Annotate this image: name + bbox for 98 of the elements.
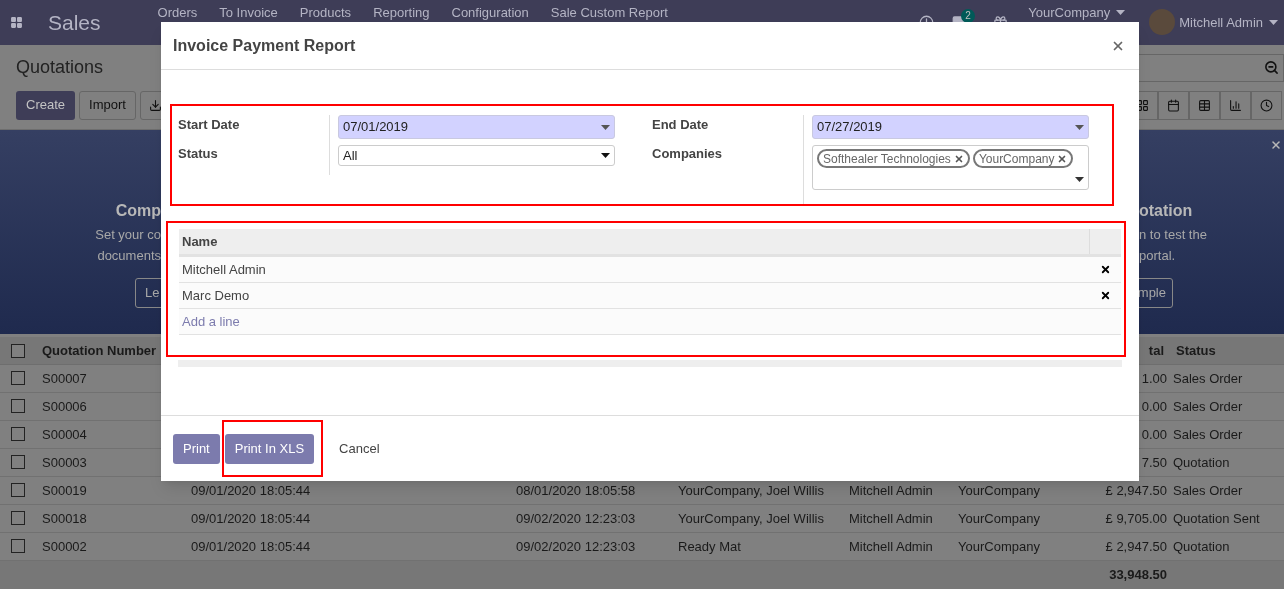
print-xls-button[interactable]: Print In XLS [224,433,315,464]
quotation-number: S00006 [41,398,88,417]
checkbox[interactable] [11,371,25,386]
import-button[interactable]: Import [79,90,136,120]
amount-cell-text: £ 2,947.50 [1104,538,1168,557]
banner-heading: Comp [115,200,161,221]
dialog-title: Invoice Payment Report [173,35,356,56]
download-icon [148,98,162,112]
add-line-link[interactable]: Add a line [179,311,243,332]
column-header: Name [181,232,219,251]
field-label: Companies [652,145,724,163]
caret-icon [1269,19,1278,25]
caret-icon [601,153,610,158]
caret-icon [1116,10,1126,15]
menu-item[interactable]: Sale Custom Report [550,5,668,20]
status-select[interactable]: All [338,145,615,166]
status-cell-text: Quotation [1172,454,1231,473]
company-tag: YourCompany [972,149,1074,168]
menu-item[interactable]: Configuration [451,5,529,20]
date-cell-text: 08/01/2020 18:05:58 [515,482,637,501]
salesperson-cell-text: Mitchell Admin [848,482,934,501]
remove-icon[interactable] [953,153,964,164]
companies-field[interactable]: Softhealer Technologies YourCompany [812,145,1089,190]
user-menu[interactable]: Mitchell Admin [1179,12,1278,32]
banner-text: Set your co [95,225,161,244]
customer-cell-text: YourCompany, Joel Willis [677,482,825,501]
checkbox[interactable] [11,399,25,414]
checkbox[interactable] [11,511,25,526]
status-cell-text: Quotation Sent [1172,510,1261,529]
amount-cell-text: 7.50 [1140,454,1168,473]
status-cell-text: Sales Order [1172,482,1244,501]
notification-badge: 2 [961,8,975,23]
quotation-number: S00007 [41,370,88,389]
status-cell-text: Sales Order [1172,426,1244,445]
customer-cell-text: YourCompany, Joel Willis [677,510,825,529]
amount-cell-text: £ 2,947.50 [1104,482,1168,501]
app-title: Sales [48,9,101,36]
create-button[interactable]: Create [16,90,76,120]
list-view-icon[interactable] [1189,90,1220,120]
banner-text: portal. [1139,246,1176,265]
date-cell-text: 09/02/2020 12:23:03 [515,510,637,529]
salesperson-cell-text: Mitchell Admin [848,538,934,557]
quotation-number: S00018 [41,510,88,529]
date-field[interactable]: 07/01/2019 [338,115,615,139]
delete-icon[interactable] [1099,290,1111,301]
status-cell-text: Sales Order [1172,370,1244,389]
company-cell-text: YourCompany [957,510,1041,529]
graph-view-icon[interactable] [1220,90,1251,120]
apps-menu-icon[interactable] [10,15,23,29]
activity-view-icon[interactable] [1251,90,1282,120]
amount-cell-text: £ 9,705.00 [1104,510,1168,529]
menu-item[interactable]: Orders [157,5,198,20]
calendar-view-icon[interactable] [1158,90,1189,120]
amount-cell-text: 0.00 [1140,426,1168,445]
delete-icon[interactable] [1099,264,1111,275]
caret-icon [1075,177,1084,182]
company-cell-text: YourCompany [957,482,1041,501]
close-icon[interactable] [1270,138,1282,151]
banner-heading: otation [1139,200,1193,221]
page-title: Quotations [16,56,104,79]
banner-text: documents [97,246,161,265]
checkbox[interactable] [11,483,25,498]
column-header[interactable]: Status [1170,337,1284,365]
quotation-number: S00003 [41,454,88,473]
field-label: End Date [652,116,710,134]
banner-text: n to test the [1139,225,1207,244]
user-avatar [1149,9,1176,36]
date-cell-text: 09/01/2020 18:05:44 [190,538,312,557]
menu-item[interactable]: To Invoice [219,5,278,20]
quotation-number: S00002 [41,538,88,557]
quotation-number: S00019 [41,482,88,501]
date-cell-text: 09/01/2020 18:05:44 [190,482,312,501]
quotation-number: S00004 [41,426,88,445]
status-cell-text: Sales Order [1172,398,1244,417]
company-tag: Softhealer Technologies [817,149,970,168]
menu-item[interactable]: Products [299,5,352,20]
checkbox[interactable] [11,427,25,442]
customer-cell-text: Ready Mat [677,538,742,557]
print-button[interactable]: Print [173,433,220,464]
cancel-link[interactable]: Cancel [327,433,392,464]
date-cell-text: 09/02/2020 12:23:03 [515,538,637,557]
remove-icon[interactable] [1057,153,1068,164]
amount-cell-text: 0.00 [1140,398,1168,417]
amount-cell-text: 1.00 [1140,370,1168,389]
menu-item[interactable]: Reporting [373,5,430,20]
company-switcher[interactable]: YourCompany [1028,5,1126,20]
checkbox[interactable] [11,539,25,554]
field-label: Start Date [178,116,241,134]
total-sum: 33,948.50 [1108,566,1168,585]
checkbox[interactable] [11,455,25,470]
date-field[interactable]: 07/27/2019 [812,115,1089,139]
status-cell-text: Quotation [1172,538,1231,557]
company-cell-text: YourCompany [957,538,1041,557]
search-icon[interactable] [1264,60,1279,75]
checkbox[interactable] [11,343,25,358]
salesperson-cell-text: Mitchell Admin [848,510,934,529]
field-label: Status [178,145,219,163]
date-cell-text: 09/01/2020 18:05:44 [190,510,312,529]
